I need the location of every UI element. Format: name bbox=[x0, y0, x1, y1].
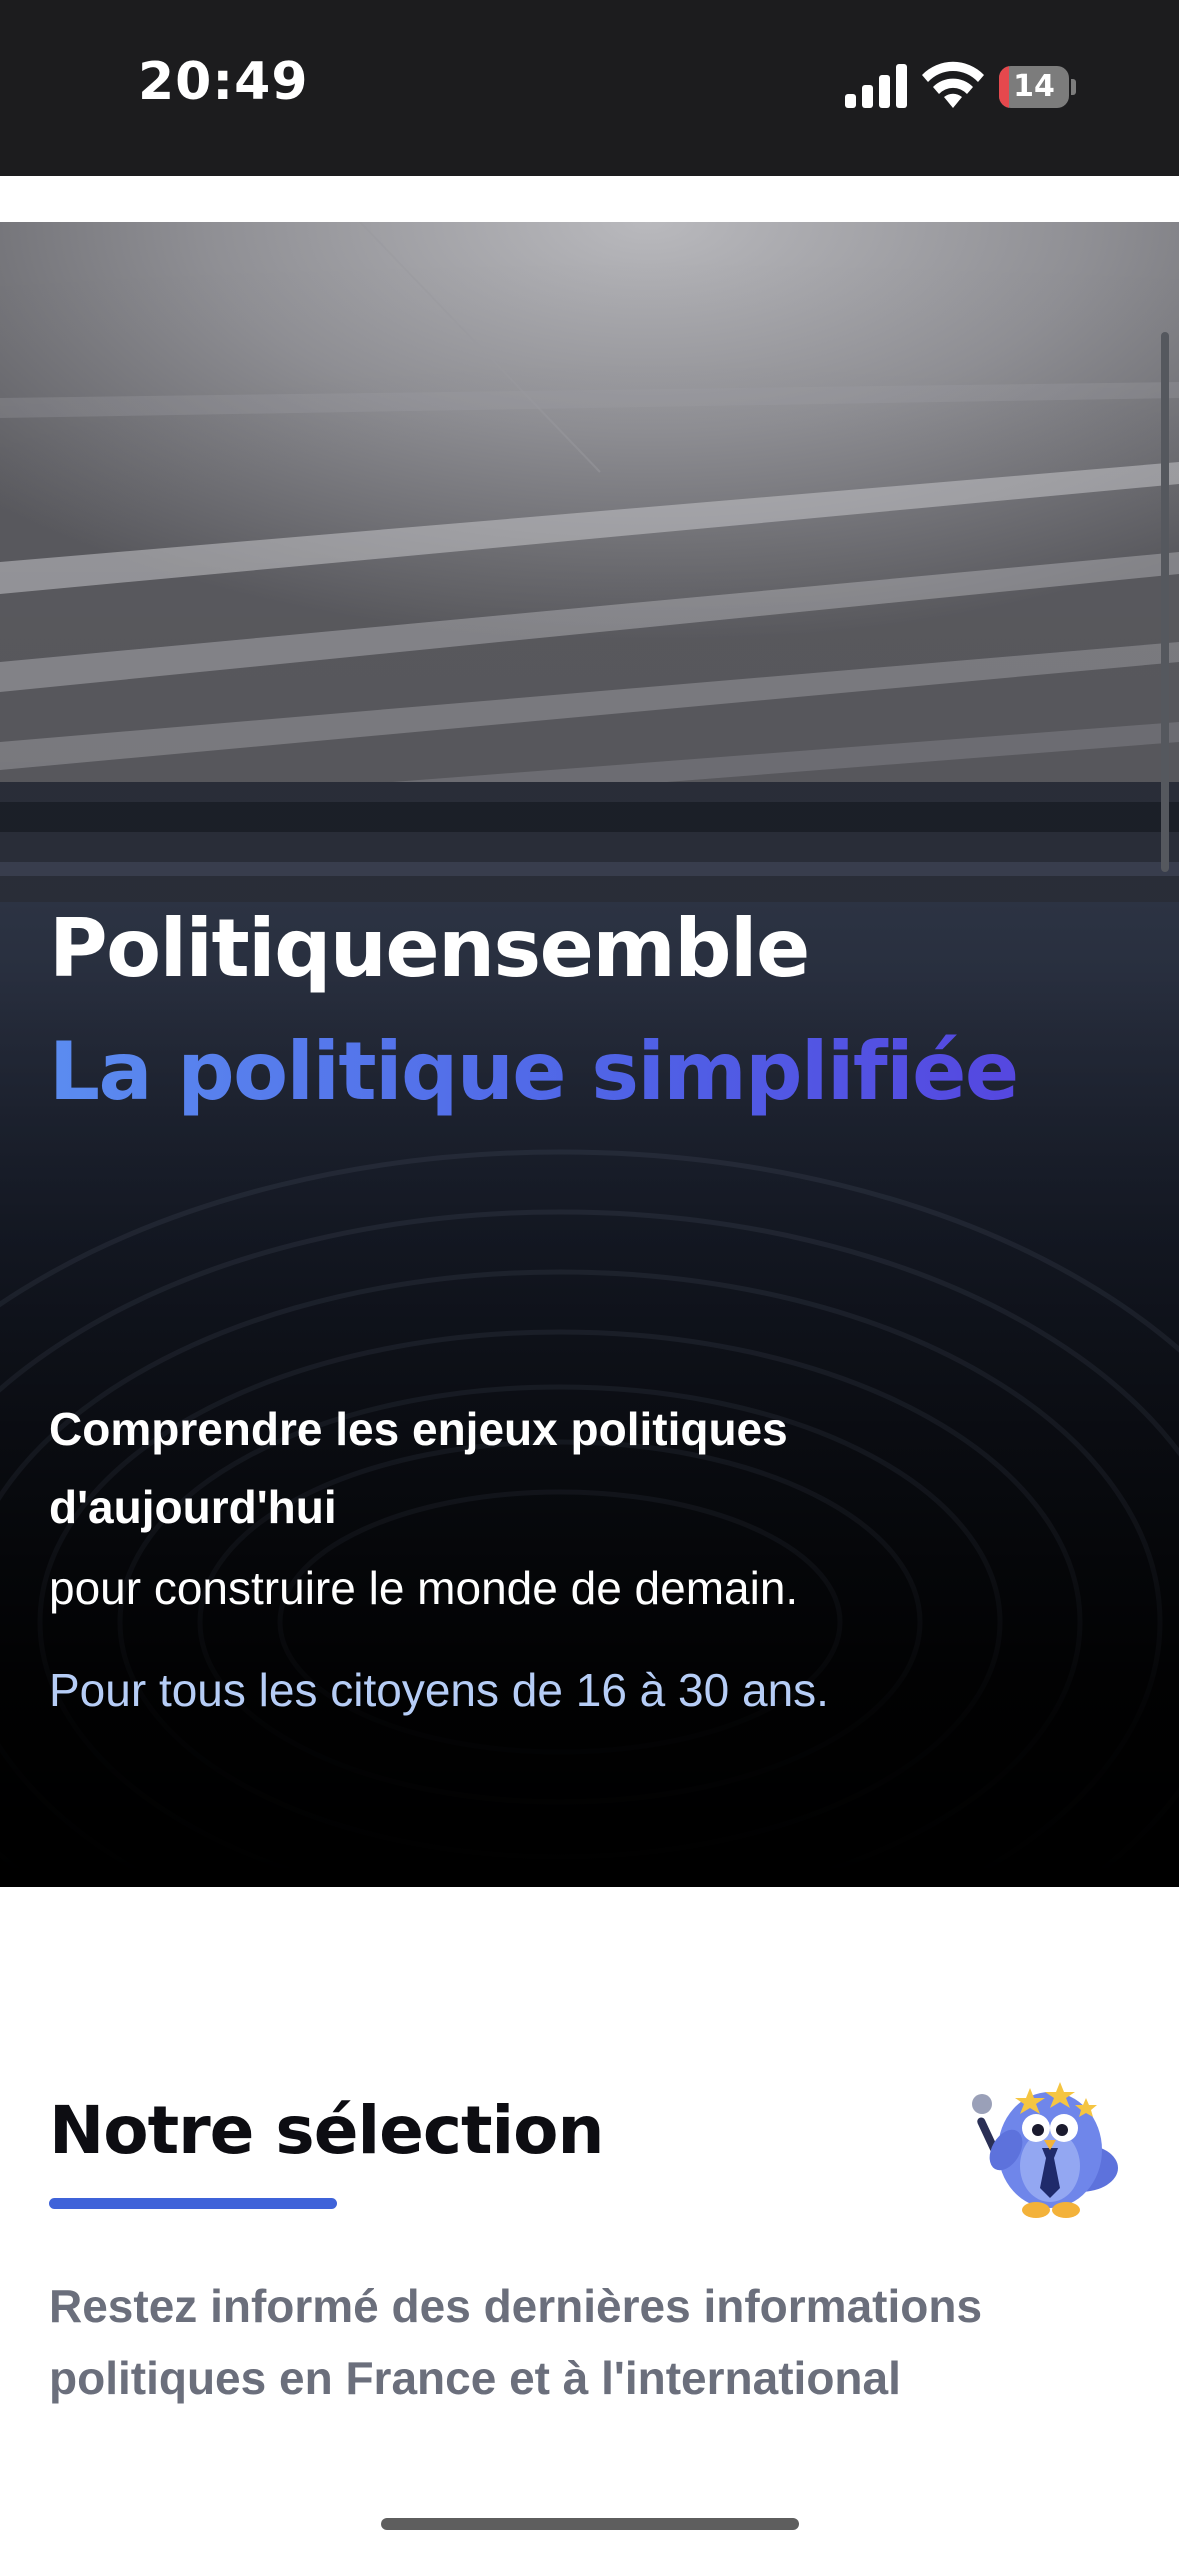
home-indicator[interactable] bbox=[381, 2518, 799, 2530]
hero-audience-text: Pour tous les citoyens de 16 à 30 ans. bbox=[49, 1664, 829, 1716]
app-title: Politiquensemble bbox=[49, 902, 810, 995]
hero-lead-text: Comprendre les enjeux politiques d'aujou… bbox=[49, 1403, 788, 1533]
section-description: Restez informé des dernières information… bbox=[49, 2280, 983, 2404]
scroll-indicator[interactable] bbox=[1161, 332, 1169, 872]
battery-cap bbox=[1071, 79, 1076, 95]
status-bar: 20:49 14 bbox=[0, 0, 1179, 176]
battery-body: 14 bbox=[999, 66, 1069, 108]
owl-mascot-icon bbox=[972, 2082, 1118, 2218]
status-time: 20:49 bbox=[138, 52, 309, 112]
battery-icon: 14 bbox=[999, 66, 1077, 108]
app-tagline: La politique simplifiée bbox=[49, 1025, 1019, 1118]
hero-lead-continuation: pour construire le monde de demain. bbox=[49, 1562, 799, 1614]
hero-banner: Politiquensemble La politique simplifiée… bbox=[0, 222, 1179, 1887]
section-title-selection: Notre sélection bbox=[49, 2092, 604, 2169]
wifi-icon bbox=[922, 61, 984, 108]
battery-level: 14 bbox=[1013, 69, 1055, 104]
cellular-signal-icon bbox=[845, 64, 907, 108]
section-title-underline bbox=[49, 2198, 337, 2209]
